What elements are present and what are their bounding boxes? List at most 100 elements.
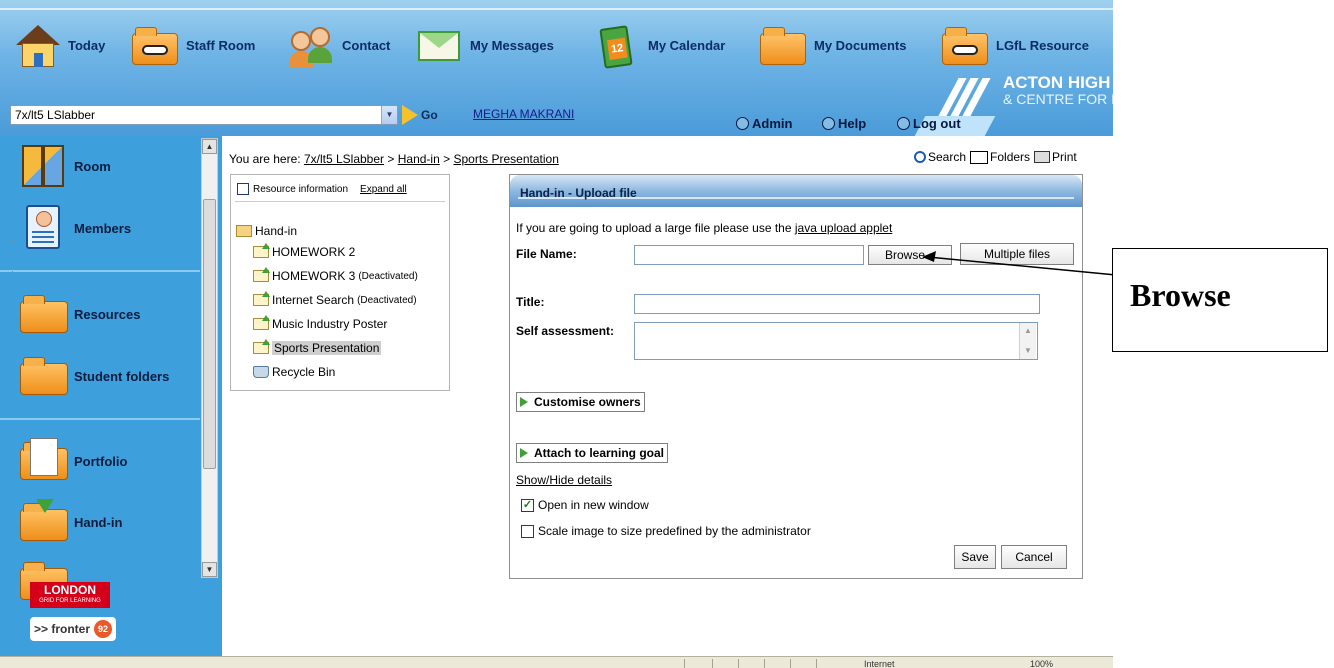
folder-person-icon bbox=[758, 21, 810, 69]
school-name: ACTON HIGH bbox=[1003, 73, 1111, 92]
admin-link[interactable]: Admin bbox=[736, 116, 792, 131]
scale-image-option[interactable]: Scale image to size predefined by the ad… bbox=[521, 524, 811, 538]
nav-my-messages[interactable]: My Messages bbox=[414, 20, 554, 70]
folder-icon bbox=[20, 353, 70, 399]
tree-node-internet-search[interactable]: Internet Search (Deactivated) bbox=[253, 291, 417, 307]
arrow-right-icon bbox=[402, 105, 418, 125]
envelope-icon bbox=[414, 21, 466, 69]
sidebar-scrollbar[interactable]: ▲ ▼ bbox=[201, 138, 218, 578]
scroll-up-icon[interactable]: ▲ bbox=[202, 139, 217, 154]
school-subtitle: & CENTRE FOR M bbox=[1003, 91, 1113, 107]
status-separator bbox=[790, 659, 791, 668]
zoom-label[interactable]: 100% bbox=[1030, 659, 1053, 668]
nav-my-calendar[interactable]: 12 My Calendar bbox=[592, 20, 725, 70]
london-logo-text: LONDON bbox=[44, 583, 96, 597]
sidebar-item-hand-in[interactable]: Hand-in bbox=[20, 497, 122, 547]
calendar-icon: 12 bbox=[592, 21, 644, 69]
browse-callout: Browse bbox=[1112, 248, 1328, 352]
tree-connector bbox=[12, 240, 13, 370]
expand-all-link[interactable]: Expand all bbox=[360, 184, 407, 195]
resource-info-checkbox[interactable] bbox=[237, 183, 249, 195]
folders-button[interactable]: Folders bbox=[970, 150, 1030, 164]
recycle-bin-icon bbox=[253, 366, 269, 378]
breadcrumb-class-link[interactable]: 7x/lt5 LSlabber bbox=[304, 152, 384, 166]
london-logo-subtext: GRID FOR LEARNING bbox=[39, 598, 101, 604]
save-button[interactable]: Save bbox=[954, 545, 996, 569]
tree-node-recycle-bin[interactable]: Recycle Bin bbox=[253, 365, 335, 379]
open-new-window-label: Open in new window bbox=[538, 498, 649, 512]
self-assessment-textarea[interactable] bbox=[634, 322, 1038, 360]
scroll-down-icon[interactable]: ▼ bbox=[1022, 345, 1034, 357]
hand-in-folder-icon bbox=[253, 339, 270, 354]
go-button[interactable]: Go bbox=[402, 104, 438, 126]
folder-glasses-icon bbox=[940, 21, 992, 69]
sidebar-item-student-folders[interactable]: Student folders bbox=[20, 351, 169, 401]
customise-owners-button[interactable]: Customise owners bbox=[516, 392, 645, 412]
logout-link[interactable]: Log out bbox=[897, 116, 961, 131]
folder-outline-icon bbox=[970, 150, 989, 164]
show-hide-details-link[interactable]: Show/Hide details bbox=[516, 473, 612, 487]
tree-node-homework-2[interactable]: HOMEWORK 2 bbox=[253, 243, 355, 259]
sidebar-item-portfolio[interactable]: Portfolio bbox=[20, 436, 127, 486]
chevron-down-icon[interactable]: ▼ bbox=[381, 106, 397, 124]
breadcrumb-hand-in-link[interactable]: Hand-in bbox=[398, 152, 440, 166]
sidebar-item-label: Members bbox=[74, 220, 132, 236]
customise-owners-label: Customise owners bbox=[534, 395, 641, 409]
sidebar-item-resources[interactable]: Resources bbox=[20, 289, 140, 339]
user-name-link[interactable]: MEGHA MAKRANI bbox=[473, 107, 574, 121]
title-input[interactable] bbox=[634, 294, 1040, 314]
attach-learning-goal-button[interactable]: Attach to learning goal bbox=[516, 443, 669, 463]
sidebar-item-room[interactable]: Room bbox=[20, 141, 111, 191]
hand-in-folder-icon bbox=[253, 267, 270, 282]
sidebar-item-members[interactable]: Members bbox=[20, 203, 131, 253]
textarea-scrollbar[interactable]: ▲ ▼ bbox=[1019, 323, 1036, 359]
nav-contact[interactable]: Contact bbox=[286, 20, 390, 70]
tree-node-music-industry-poster[interactable]: Music Industry Poster bbox=[253, 315, 387, 331]
print-label: Print bbox=[1052, 150, 1077, 164]
sidebar: Room Members Resources Student folders P… bbox=[0, 136, 222, 656]
banner-divider bbox=[0, 8, 1113, 10]
hand-in-folder-icon bbox=[253, 291, 270, 306]
panel-title: Hand-in - Upload file bbox=[520, 186, 637, 200]
tree-node-label: Hand-in bbox=[255, 224, 298, 238]
class-selector[interactable]: 7x/lt5 LSlabber ▼ bbox=[10, 105, 398, 125]
nav-today[interactable]: Today bbox=[12, 20, 105, 70]
file-name-input[interactable] bbox=[634, 245, 864, 265]
tree-node-hand-in[interactable]: Hand-in bbox=[236, 224, 297, 238]
tree-header: Resource information Expand all bbox=[237, 183, 407, 195]
breadcrumb-current-link[interactable]: Sports Presentation bbox=[453, 152, 558, 166]
folder-icon bbox=[20, 291, 70, 337]
sidebar-divider bbox=[0, 270, 200, 272]
search-label: Search bbox=[928, 150, 967, 164]
scroll-up-icon[interactable]: ▲ bbox=[1022, 325, 1034, 337]
nav-my-documents[interactable]: My Documents bbox=[758, 20, 906, 70]
panel-title-bar: Hand-in - Upload file bbox=[510, 175, 1082, 207]
circle-icon bbox=[897, 117, 910, 130]
status-separator bbox=[816, 659, 817, 668]
sidebar-item-label: Room bbox=[74, 158, 111, 174]
arrow-right-icon bbox=[520, 448, 528, 458]
tree-node-homework-3[interactable]: HOMEWORK 3 (Deactivated) bbox=[253, 267, 418, 283]
java-applet-link[interactable]: java upload applet bbox=[795, 221, 892, 235]
help-link[interactable]: Help bbox=[822, 116, 866, 131]
callout-text: Browse bbox=[1130, 277, 1231, 313]
nav-lgfl-resource[interactable]: LGfL Resource bbox=[940, 20, 1089, 70]
breadcrumb: You are here: 7x/lt5 LSlabber > Hand-in … bbox=[229, 152, 559, 166]
scroll-down-icon[interactable]: ▼ bbox=[202, 562, 217, 577]
content-toolbar: Search Folders Print bbox=[914, 150, 1081, 164]
search-button[interactable]: Search bbox=[914, 150, 966, 164]
resource-info-label: Resource information bbox=[253, 183, 349, 195]
folder-icon bbox=[236, 225, 252, 237]
tree-divider bbox=[235, 201, 445, 202]
scrollbar-thumb[interactable] bbox=[203, 199, 216, 469]
nav-staff-room[interactable]: Staff Room bbox=[130, 20, 255, 70]
cancel-button[interactable]: Cancel bbox=[1001, 545, 1067, 569]
fronter-logo-text: >> fronter bbox=[34, 622, 91, 636]
open-new-window-option[interactable]: ✓ Open in new window bbox=[521, 498, 649, 512]
checkbox-icon[interactable] bbox=[521, 524, 534, 538]
tree-node-sports-presentation[interactable]: Sports Presentation bbox=[253, 339, 382, 355]
tree-node-label: Internet Search bbox=[272, 293, 355, 307]
checkbox-checked-icon[interactable]: ✓ bbox=[521, 498, 534, 512]
print-button[interactable]: Print bbox=[1034, 150, 1077, 164]
show-hide-details: Show/Hide details bbox=[516, 473, 612, 487]
